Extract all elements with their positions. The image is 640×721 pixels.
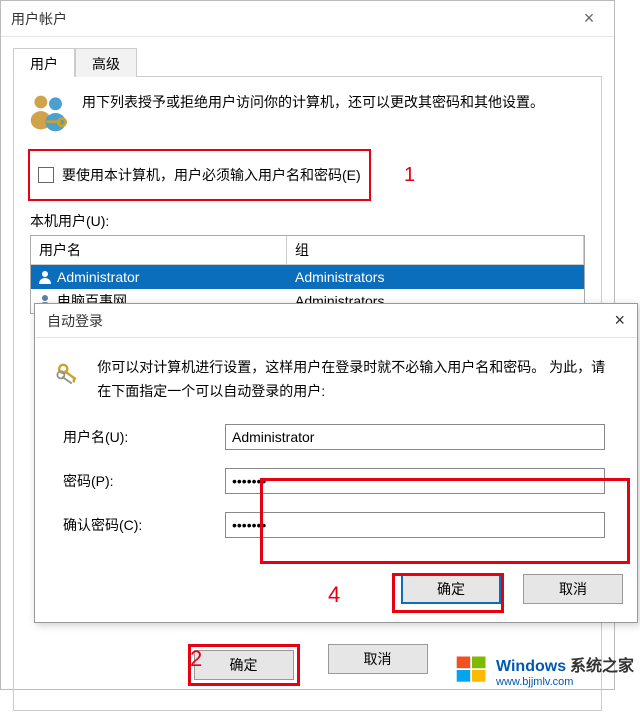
username-text: Administrator [57,269,139,285]
tab-advanced[interactable]: 高级 [75,48,137,77]
confirm-password-input[interactable] [225,512,605,538]
require-login-checkbox[interactable] [38,167,54,183]
annotation-box-1: 要使用本计算机，用户必须输入用户名和密码(E) [28,149,371,201]
ok-button[interactable]: 确定 [194,650,294,680]
title-bar: 用户帐户 × [1,1,614,37]
confirm-password-row: 确认密码(C): [55,512,617,538]
watermark-text-block: Windows 系统之家 www.bjjmlv.com [496,652,634,688]
tab-bar: 用户 高级 [13,47,602,77]
cell-group: Administrators [287,269,584,285]
close-icon[interactable]: × [574,8,604,29]
dialog-intro-text: 你可以对计算机进行设置，这样用户在登录时就不必输入用户名和密码。 为此，请在下面… [97,356,617,404]
password-label: 密码(P): [55,471,225,491]
watermark-brand: Windows 系统之家 [496,652,634,676]
table-row[interactable]: Administrator Administrators [31,265,584,289]
dialog-intro-line1: 你可以对计算机进行设置，这样用户在登录时就不必输入用户名和密码。 [97,359,545,375]
watermark-url: www.bjjmlv.com [496,676,634,688]
intro-block: 用下列表授予或拒绝用户访问你的计算机，还可以更改其密码和其他设置。 [28,91,587,135]
annotation-1: 1 [404,164,415,187]
dialog-cancel-button[interactable]: 取消 [523,574,623,604]
dialog-body: 你可以对计算机进行设置，这样用户在登录时就不必输入用户名和密码。 为此，请在下面… [35,338,637,566]
username-input[interactable] [225,424,605,450]
cancel-button[interactable]: 取消 [328,644,428,674]
user-icon [37,269,53,285]
window-title: 用户帐户 [11,9,574,29]
windows-logo-icon [454,652,490,688]
cell-username: Administrator [31,269,287,285]
users-keys-icon [28,91,72,135]
require-login-row[interactable]: 要使用本计算机，用户必须输入用户名和密码(E) [34,159,365,191]
require-login-label: 要使用本计算机，用户必须输入用户名和密码(E) [62,165,361,185]
tab-users[interactable]: 用户 [13,48,75,77]
dialog-intro: 你可以对计算机进行设置，这样用户在登录时就不必输入用户名和密码。 为此，请在下面… [55,356,617,404]
intro-text: 用下列表授予或拒绝用户访问你的计算机，还可以更改其密码和其他设置。 [82,91,544,135]
dialog-title: 自动登录 [47,311,614,331]
close-icon[interactable]: × [614,310,625,331]
watermark: Windows 系统之家 www.bjjmlv.com [454,652,634,688]
annotation-2: 2 [190,646,202,672]
confirm-password-label: 确认密码(C): [55,515,225,535]
dialog-ok-button[interactable]: 确定 [401,574,501,604]
users-list-label: 本机用户(U): [30,211,585,231]
col-username[interactable]: 用户名 [31,236,287,265]
auto-login-dialog: 自动登录 × 你可以对计算机进行设置，这样用户在登录时就不必输入用户名和密码。 … [34,303,638,623]
keys-icon [55,356,83,396]
username-label: 用户名(U): [55,427,225,447]
password-input[interactable] [225,468,605,494]
annotation-box-2: 确定 [188,644,300,686]
dialog-title-bar: 自动登录 × [35,304,637,338]
annotation-4: 4 [328,582,340,608]
col-group[interactable]: 组 [287,236,584,265]
username-row: 用户名(U): [55,424,617,450]
password-row: 密码(P): [55,468,617,494]
table-header: 用户名 组 [31,236,584,265]
